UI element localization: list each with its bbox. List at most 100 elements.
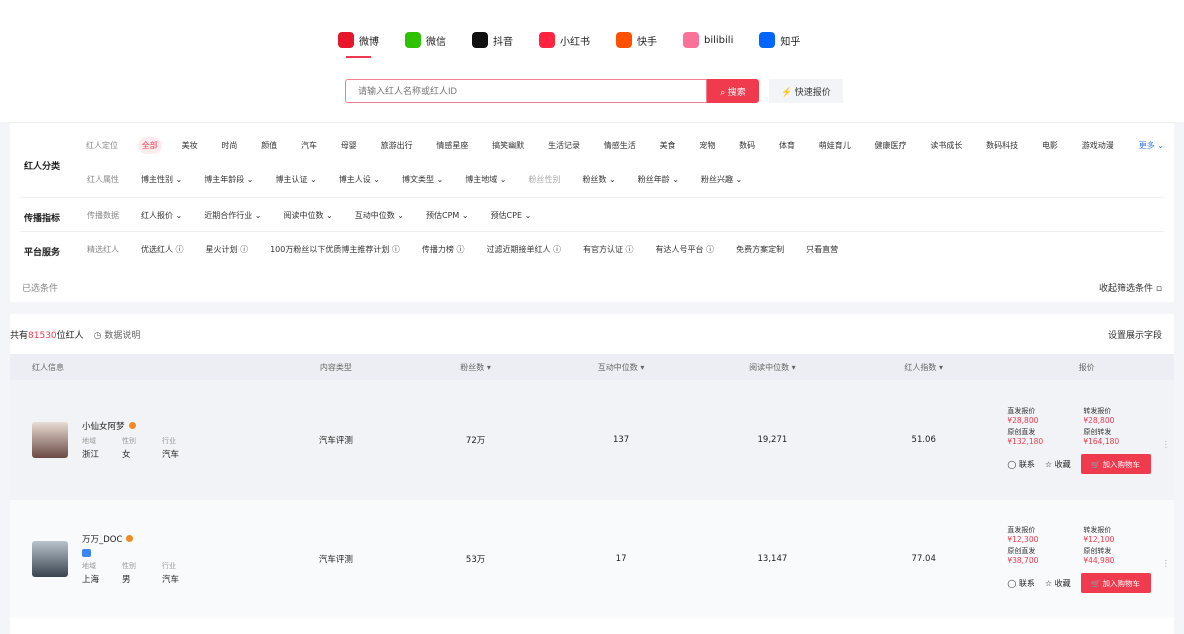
filter-option[interactable]: 萌娃育儿: [815, 137, 855, 154]
filter-option[interactable]: 有达人号平台 ⓘ: [651, 241, 720, 258]
filter-option[interactable]: 全部: [137, 137, 162, 154]
data-note-link[interactable]: ◷ 数据说明: [94, 328, 141, 341]
filter-option[interactable]: 汽车: [297, 137, 321, 154]
platform-tab-bilibili[interactable]: bilibili: [683, 32, 733, 54]
meta-label: 行业: [162, 437, 176, 445]
filter-option[interactable]: 有官方认证 ⓘ: [578, 241, 639, 258]
platform-tab-zhihu[interactable]: 知乎: [759, 32, 800, 54]
cart-label: 加入购物车: [1102, 578, 1141, 588]
filter-option-label: 博主地域: [465, 175, 498, 184]
filter-option[interactable]: 过滤近期接单红人 ⓘ: [481, 241, 566, 258]
filter-option[interactable]: 健康医疗: [871, 137, 911, 154]
filter-option[interactable]: 免费方案定制: [731, 241, 789, 258]
platform-tab-xiaohongshu[interactable]: 小红书: [539, 32, 590, 54]
filter-option[interactable]: 旅游出行: [377, 137, 417, 154]
meta-label: 性别: [122, 562, 136, 570]
filter-option[interactable]: 粉丝兴趣 ⌄: [696, 171, 747, 188]
influencer-meta: 地域 性别 行业 上海 男 汽车: [82, 561, 202, 585]
more-button[interactable]: 更多 ⌄: [1139, 140, 1164, 151]
filter-option-label: 全部: [141, 141, 158, 150]
column-header[interactable]: 互动中位数 ▾: [545, 354, 697, 380]
index-cell: 77.04: [911, 554, 936, 564]
contact-button[interactable]: ◯ 联系: [1007, 578, 1035, 589]
filter-option[interactable]: 母婴: [337, 137, 361, 154]
filter-option-label: 红人报价: [141, 211, 173, 220]
display-fields-button[interactable]: 设置展示字段: [1108, 328, 1162, 341]
collapse-filters-button[interactable]: 收起筛选条件 ▫: [1099, 281, 1162, 294]
filter-option[interactable]: 近期合作行业 ⌄: [199, 207, 266, 224]
meta-industry: 汽车: [162, 450, 180, 460]
filter-option[interactable]: 颜值: [257, 137, 281, 154]
filter-option[interactable]: 搞笑幽默: [488, 137, 528, 154]
filter-option[interactable]: 粉丝数 ⌄: [578, 171, 621, 188]
filter-option[interactable]: 博主人设 ⌄: [334, 171, 385, 188]
filter-option[interactable]: 博主性别 ⌄: [136, 171, 187, 188]
quick-quote-button[interactable]: ⚡ 快速报价: [769, 79, 843, 103]
filter-option[interactable]: 预估CPM ⌄: [421, 207, 474, 224]
more-options-icon[interactable]: ⋮: [1162, 559, 1171, 569]
influencer-name-line: 万万_DOC: [82, 533, 202, 545]
column-header[interactable]: 内容类型: [266, 354, 406, 380]
price-cell: 直发报价 ¥12,300 转发报价 ¥12,100 原创直发 ¥38,700 原创转发 ¥44…: [999, 500, 1174, 618]
filter-option[interactable]: 博主年龄段 ⌄: [199, 171, 258, 188]
platform-tab-wechat[interactable]: 微信: [405, 32, 446, 54]
fans-cell: 53万: [465, 555, 486, 565]
price-label: 直发报价: [1007, 407, 1036, 415]
favorite-button[interactable]: ☆ 收藏: [1045, 578, 1071, 589]
influencer-name[interactable]: 万万_DOC: [82, 535, 122, 545]
filter-option-label: 粉丝兴趣: [701, 175, 733, 184]
filter-option[interactable]: 只看直营: [801, 241, 843, 258]
add-to-cart-button[interactable]: 🛒 加入购物车: [1080, 454, 1151, 474]
platform-tab-weibo[interactable]: 微博: [338, 32, 379, 58]
contact-button[interactable]: ◯ 联系: [1007, 459, 1035, 470]
filter-option[interactable]: 粉丝年龄 ⌄: [633, 171, 684, 188]
filter-option[interactable]: 红人报价 ⌄: [136, 207, 187, 224]
search-button[interactable]: ⌕ 搜索: [707, 79, 759, 103]
filter-option[interactable]: 博主认证 ⌄: [271, 171, 322, 188]
filter-option[interactable]: 美妆: [178, 137, 202, 154]
avatar[interactable]: [32, 422, 68, 458]
price-value: ¥28,800: [1083, 416, 1115, 425]
column-header[interactable]: 报价: [999, 354, 1174, 380]
column-header[interactable]: 阅读中位数 ▾: [696, 354, 849, 380]
column-header[interactable]: 粉丝数 ▾: [405, 354, 546, 380]
filter-option[interactable]: 游戏动漫: [1078, 137, 1118, 154]
filter-option[interactable]: 情感生活: [600, 137, 640, 154]
filter-option-label: 过滤近期接单红人 ⓘ: [486, 245, 561, 254]
filter-option[interactable]: 生活记录: [544, 137, 584, 154]
more-options-icon[interactable]: ⋮: [1162, 440, 1171, 450]
filter-option-label: 粉丝数: [582, 175, 607, 184]
filter-option[interactable]: 电影: [1038, 137, 1062, 154]
filter-option[interactable]: 数码科技: [982, 137, 1022, 154]
search-input[interactable]: [345, 79, 707, 103]
filter-row-title: 传播数据: [87, 211, 119, 220]
filter-option[interactable]: 互动中位数 ⌄: [350, 207, 409, 224]
filter-option[interactable]: 读书成长: [926, 137, 966, 154]
add-to-cart-button[interactable]: 🛒 加入购物车: [1080, 573, 1151, 593]
column-header[interactable]: 红人信息: [10, 354, 267, 380]
avatar[interactable]: [32, 541, 68, 577]
filter-option[interactable]: 博主地域 ⌄: [460, 171, 511, 188]
platform-tab-douyin[interactable]: 抖音: [472, 32, 513, 54]
filter-option[interactable]: 100万粉丝以下优质博主推荐计划 ⓘ: [265, 241, 405, 258]
filter-option[interactable]: 体育: [775, 137, 799, 154]
favorite-button[interactable]: ☆ 收藏: [1045, 459, 1071, 470]
platform-tab-kuaishou[interactable]: 快手: [616, 32, 657, 54]
filter-option-label: 数码科技: [986, 141, 1019, 150]
column-header[interactable]: 红人指数 ▾: [848, 354, 1000, 380]
filter-option[interactable]: 时尚: [217, 137, 241, 154]
filter-option[interactable]: 宠物: [695, 137, 719, 154]
filter-option[interactable]: 数码: [735, 137, 759, 154]
filter-option[interactable]: 预估CPE ⌄: [486, 207, 537, 224]
filter-option[interactable]: 博文类型 ⌄: [397, 171, 448, 188]
filter-option[interactable]: 传播力榜 ⓘ: [417, 241, 470, 258]
filter-option[interactable]: 美食: [656, 137, 680, 154]
price-label: 原创直发: [1007, 547, 1036, 555]
filter-option[interactable]: 优选红人 ⓘ: [136, 241, 189, 258]
filter-option[interactable]: 阅读中位数 ⌄: [279, 207, 338, 224]
interact-cell: 17: [615, 554, 627, 564]
filter-option[interactable]: 星火计划 ⓘ: [201, 241, 254, 258]
influencer-name[interactable]: 小仙女阿梦: [82, 422, 125, 432]
price-value: ¥44,980: [1083, 556, 1115, 565]
filter-option[interactable]: 情感星座: [432, 137, 472, 154]
